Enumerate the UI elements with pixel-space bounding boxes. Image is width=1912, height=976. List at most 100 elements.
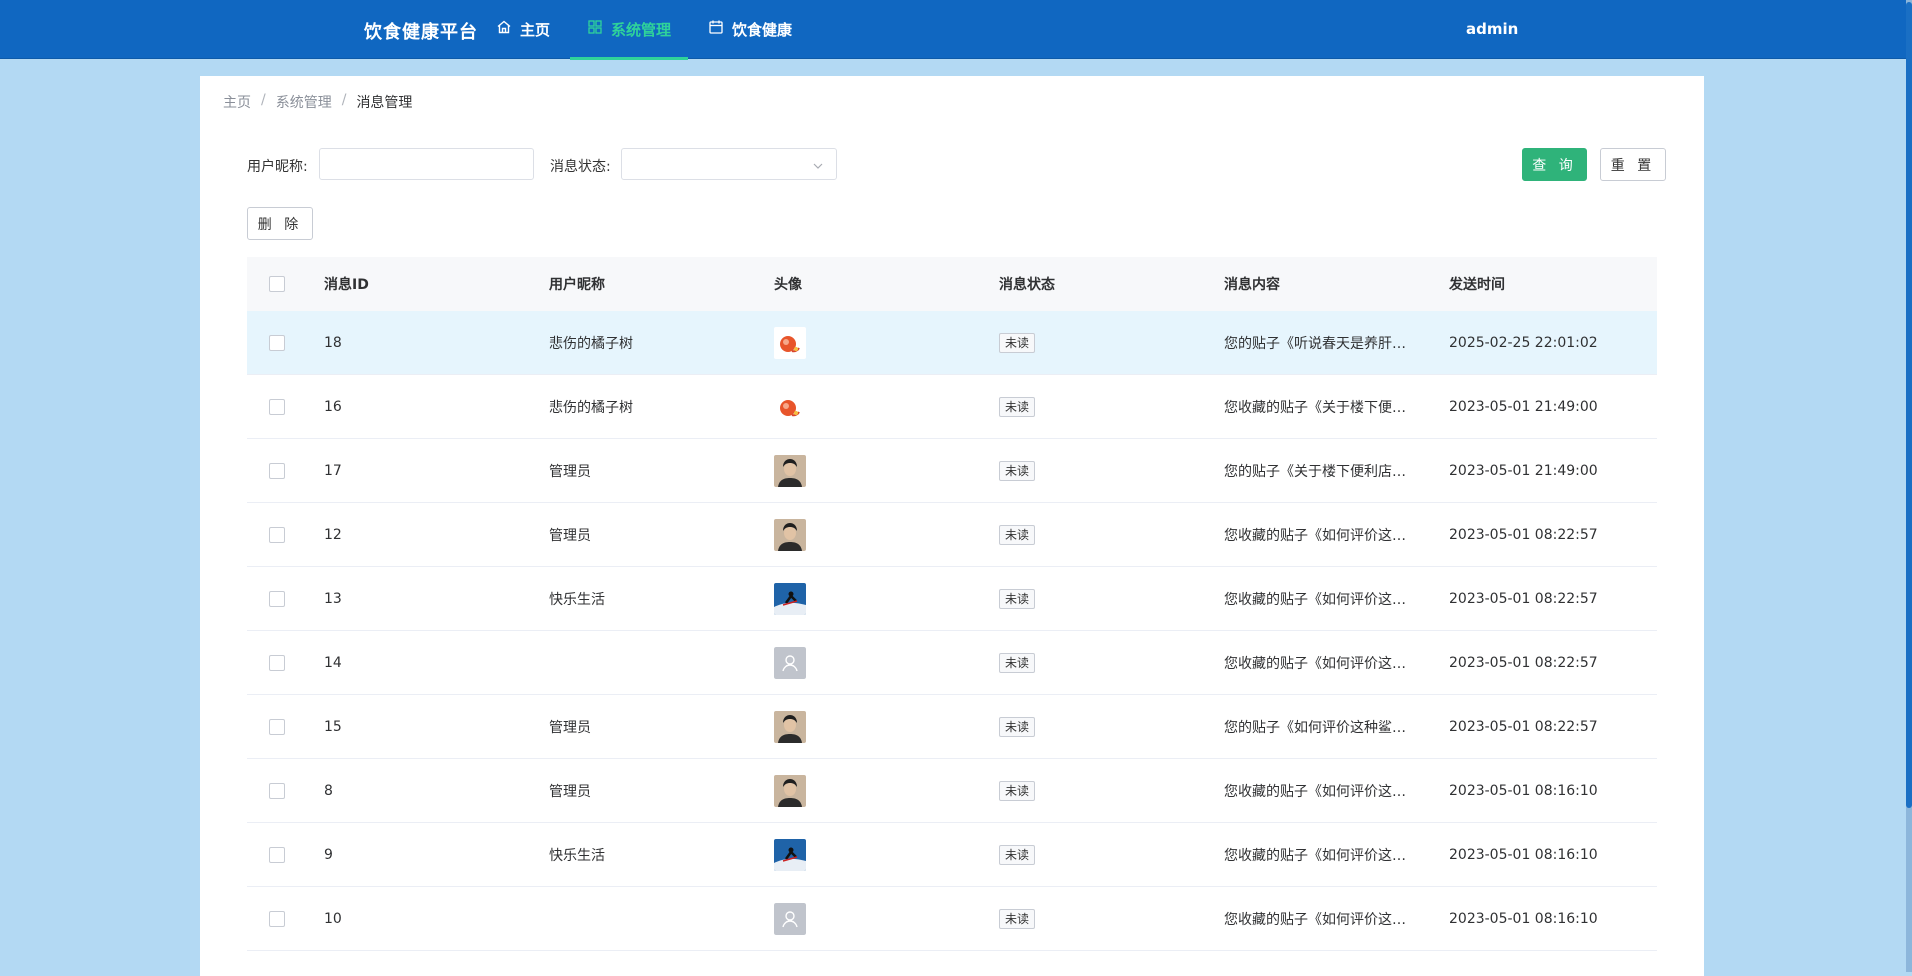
send-time-cell: 2023-05-01 08:22:57: [1449, 590, 1598, 607]
row-checkbox[interactable]: [269, 398, 285, 415]
status-badge: 未读: [999, 780, 1036, 801]
send-time-cell: 2023-05-01 08:16:10: [1449, 910, 1598, 927]
status-badge: 未读: [999, 716, 1036, 737]
table-row[interactable]: 15 管理员 未读 您的贴子《如何评价这种鲨鱼》 2023-05-01 08:22:5…: [247, 695, 1657, 759]
table-row[interactable]: 14 未读 您收藏的贴子《如何评价这种》 2023-05-01 08:22:57: [247, 631, 1657, 695]
status-badge: 未读: [999, 908, 1036, 929]
main-content-card: 主页 / 系统管理 / 消息管理 用户昵称: 消息状态: 查 询 重 置 删 除…: [200, 76, 1704, 976]
page-scrollbar[interactable]: [1906, 0, 1912, 972]
col-header-id: 消息ID: [324, 277, 369, 293]
avatar: [774, 646, 999, 679]
status-cell: 未读: [999, 332, 1224, 353]
message-content-text: 您收藏的贴子《如何评价这种》: [1224, 847, 1408, 864]
avatar-cell: [774, 454, 999, 487]
content-cell: 您收藏的贴子《如何评价这种》: [1224, 845, 1449, 865]
table-row[interactable]: 10 未读 您收藏的贴子《如何评价这种》 2023-05-01 08:16:10: [247, 887, 1657, 951]
table-row[interactable]: 8 管理员 未读 您收藏的贴子《如何评价这种》 2023-05-01 08:16:10: [247, 759, 1657, 823]
table-row[interactable]: 16 悲伤的橘子树 未读 您收藏的贴子《关于楼下便利店》 2023-05-01 21:…: [247, 375, 1657, 439]
nickname-cell: 管理员: [549, 527, 591, 544]
message-content-text: 您收藏的贴子《如何评价这种》: [1224, 655, 1408, 672]
message-id-cell: 13: [324, 590, 342, 607]
avatar: [774, 582, 999, 615]
message-id-cell: 16: [324, 398, 342, 415]
nav-system-management[interactable]: 系统管理: [570, 0, 688, 60]
message-content-text: 您的贴子《关于楼下便利店的》: [1224, 463, 1408, 480]
breadcrumb-separator: /: [341, 92, 347, 108]
content-cell: 您的贴子《如何评价这种鲨鱼》: [1224, 717, 1449, 737]
select-all-checkbox[interactable]: [269, 276, 285, 292]
row-checkbox[interactable]: [269, 526, 285, 543]
send-time-cell: 2023-05-01 08:22:57: [1449, 526, 1598, 543]
message-id-cell: 12: [324, 526, 342, 543]
send-time-cell: 2023-05-01 21:49:00: [1449, 462, 1598, 479]
breadcrumb-home[interactable]: 主页: [223, 92, 251, 112]
breadcrumb-system[interactable]: 系统管理: [276, 92, 332, 112]
brand-title: 饮食健康平台: [364, 22, 478, 43]
row-checkbox[interactable]: [269, 910, 285, 927]
status-badge: 未读: [999, 332, 1036, 353]
status-cell: 未读: [999, 396, 1224, 417]
query-button[interactable]: 查 询: [1522, 148, 1587, 181]
breadcrumb-current: 消息管理: [356, 95, 413, 111]
nav-diet-label: 饮食健康: [732, 20, 793, 39]
col-header-content: 消息内容: [1224, 277, 1280, 293]
message-content-text: 您的贴子《听说春天是养肝的好季节》: [1224, 335, 1408, 352]
avatar-cell: [774, 390, 999, 423]
nav-diet-health[interactable]: 饮食健康: [708, 0, 792, 58]
message-id-cell: 10: [324, 910, 342, 927]
send-time-cell: 2023-05-01 21:49:00: [1449, 398, 1598, 415]
user-menu[interactable]: admin: [1466, 20, 1518, 38]
message-id-cell: 9: [324, 846, 333, 863]
avatar: [774, 518, 999, 551]
reset-button[interactable]: 重 置: [1600, 148, 1666, 181]
send-time-cell: 2025-02-25 22:01:02: [1449, 334, 1598, 351]
status-cell: 未读: [999, 588, 1224, 609]
status-cell: 未读: [999, 524, 1224, 545]
table-row[interactable]: 12 管理员 未读 您收藏的贴子《如何评价这种》 2023-05-01 08:22:5…: [247, 503, 1657, 567]
delete-button[interactable]: 删 除: [247, 207, 313, 240]
row-checkbox[interactable]: [269, 654, 285, 671]
status-cell: 未读: [999, 844, 1224, 865]
table-row[interactable]: 13 快乐生活 未读 您收藏的贴子《如何评价这种》 2023-05-01 08:22:…: [247, 567, 1657, 631]
breadcrumb: 主页 / 系统管理 / 消息管理: [223, 92, 412, 112]
col-header-nickname: 用户昵称: [549, 277, 605, 293]
nickname-filter-label: 用户昵称:: [247, 159, 308, 175]
avatar-cell: [774, 326, 999, 359]
row-checkbox[interactable]: [269, 590, 285, 607]
status-filter-select[interactable]: [621, 148, 837, 180]
message-id-cell: 15: [324, 718, 342, 735]
content-cell: 您收藏的贴子《如何评价这种》: [1224, 909, 1449, 929]
content-cell: 您的贴子《听说春天是养肝的好季节》: [1224, 333, 1449, 353]
nickname-cell: 悲伤的橘子树: [549, 335, 633, 352]
table-row[interactable]: 18 悲伤的橘子树 未读 您的贴子《听说春天是养肝的好季节》 2025-02-25 2…: [247, 311, 1657, 375]
message-id-cell: 8: [324, 782, 333, 799]
top-navbar: 饮食健康平台 主页 系统管理 饮食健康 admin: [0, 0, 1906, 60]
message-content-text: 您收藏的贴子《如何评价这种》: [1224, 911, 1408, 928]
row-checkbox[interactable]: [269, 846, 285, 863]
message-id-cell: 17: [324, 462, 342, 479]
message-content-text: 您收藏的贴子《关于楼下便利店》: [1224, 399, 1408, 416]
row-checkbox[interactable]: [269, 718, 285, 735]
content-cell: 您收藏的贴子《如何评价这种》: [1224, 653, 1449, 673]
row-checkbox[interactable]: [269, 462, 285, 479]
nickname-cell: 悲伤的橘子树: [549, 399, 633, 416]
message-table: 消息ID 用户昵称 头像 消息状态 消息内容 发送时间 18 悲伤的橘子树 未读您…: [247, 257, 1657, 951]
breadcrumb-separator: /: [261, 92, 266, 108]
table-row[interactable]: 9 快乐生活 未读 您收藏的贴子《如何评价这种》 2023-05-01 08:16:1…: [247, 823, 1657, 887]
nickname-filter-input[interactable]: [319, 148, 534, 180]
message-content-text: 您的贴子《如何评价这种鲨鱼》: [1224, 719, 1408, 736]
nav-home[interactable]: 主页: [496, 0, 550, 58]
status-cell: 未读: [999, 716, 1224, 737]
content-cell: 您收藏的贴子《如何评价这种》: [1224, 525, 1449, 545]
avatar: [774, 838, 999, 871]
row-checkbox[interactable]: [269, 782, 285, 799]
status-badge: 未读: [999, 524, 1036, 545]
table-header: 消息ID 用户昵称 头像 消息状态 消息内容 发送时间: [247, 257, 1657, 311]
scrollbar-thumb[interactable]: [1906, 2, 1912, 808]
table-row[interactable]: 17 管理员 未读 您的贴子《关于楼下便利店的》 2023-05-01 21:49:0…: [247, 439, 1657, 503]
avatar: [774, 326, 999, 359]
row-checkbox[interactable]: [269, 334, 285, 351]
message-content-text: 您收藏的贴子《如何评价这种》: [1224, 527, 1408, 544]
avatar-cell: [774, 646, 999, 679]
col-header-status: 消息状态: [999, 277, 1055, 293]
